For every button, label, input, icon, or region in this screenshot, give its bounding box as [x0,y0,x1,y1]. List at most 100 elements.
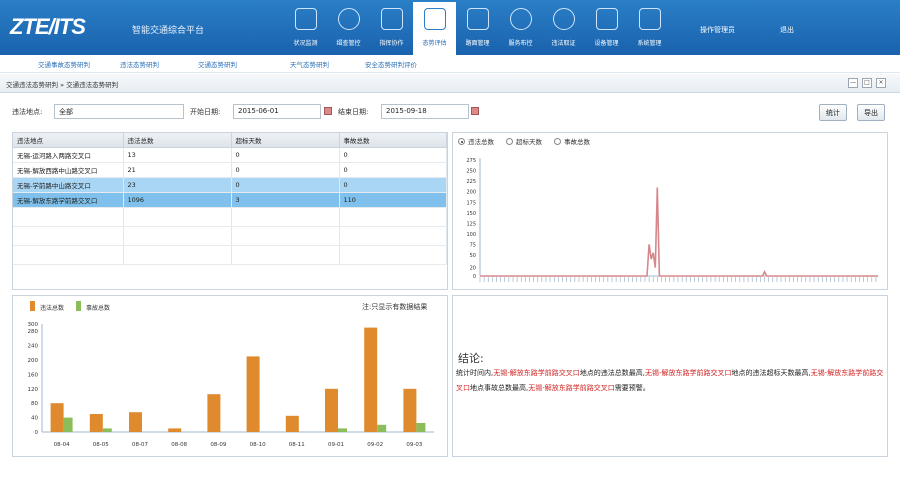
bar-accidents [416,423,426,432]
table-row[interactable]: 无锡-运河路入两路交叉口 13 0 0 [13,147,447,163]
y-tick-label: 80 [31,401,38,407]
nav-label: 系统管理 [637,40,662,47]
end-date-input[interactable]: 2015-09-18 [381,104,469,119]
nav-item[interactable]: 缉查管控 [327,2,370,55]
y-tick-label: 0 [35,430,39,436]
y-tick-label: 300 [28,322,39,328]
nav-label: 设备管理 [594,40,619,47]
bar-violations [285,415,299,432]
sub-nav: 交通事故态势研判 违法态势研判 交通态势研判 天气态势研判 安全态势研判评价 [0,55,900,73]
radio-days[interactable]: 超标天数 [506,136,542,146]
radio-unchecked-icon[interactable] [506,138,513,145]
place-select[interactable]: 全部 [54,104,184,119]
minimize-icon[interactable]: — [848,78,858,88]
bar-accidents [377,424,387,432]
cell-place: 无锡-学前路中山路交叉口 [13,177,124,193]
nav-item[interactable]: 系统管理 [628,2,671,55]
nav-label: 违法取证 [551,40,576,47]
nav-label: 态势评估 [422,40,447,47]
computer-icon [638,8,661,30]
conclusion-fragment: 统计时间内, [456,369,494,377]
nav-item[interactable]: 设备管理 [585,2,628,55]
y-tick-label: 275 [466,158,476,164]
zte-logo: ZTE/ITS [10,14,86,39]
y-tick-label: 200 [466,190,476,196]
nav-item[interactable]: 路面管理 [456,2,499,55]
bar-accidents [102,428,112,432]
col-header[interactable]: 违法地点 [13,133,124,148]
legend-violations: 违法总数 [40,305,65,312]
x-tick-label: 08-04 [54,442,70,448]
empty-row [13,245,447,265]
col-header[interactable]: 违法总数 [123,133,232,148]
x-tick-label: 09-03 [406,442,422,448]
admin-link[interactable]: 操作管理员 [700,25,735,35]
platform-title: 智能交通综合平台 [132,26,205,36]
y-tick-label: 40 [31,416,38,422]
main-nav: 状况监测 缉查管控 指挥协作 态势评估 路面管理 服务布控 违法取证 设备管理 系统管理 [284,2,671,55]
nav-label: 服务布控 [508,40,533,47]
highlight-place: 无锡-解放东路学前路交叉口 [493,369,580,377]
bar-violations [207,394,221,432]
y-tick-label: 150 [466,211,476,217]
nav-item[interactable]: 违法取证 [542,2,585,55]
nav-item[interactable]: 指挥协作 [370,2,413,55]
top-header: ZTE/ITS 智能交通综合平台 状况监测 缉查管控 指挥协作 态势评估 路面管理 服务布… [0,0,900,55]
x-tick-label: 08-09 [210,442,226,448]
car-icon [337,8,360,30]
conclusion-fragment: 地点的违法总数最高, [579,369,645,377]
nav-label: 路面管理 [465,40,490,47]
data-note: 注:只显示有数据结果 [362,303,428,311]
monitor-icon [294,8,317,30]
subnav-item[interactable]: 交通事故态势研判 [38,59,90,69]
radio-unchecked-icon[interactable] [554,138,561,145]
x-tick-label: 08-10 [250,442,266,448]
table-row[interactable]: 无锡-解放西路中山路交叉口 21 0 0 [13,162,447,178]
stats-button[interactable]: 统计 [819,104,847,121]
table-row[interactable]: 无锡-学前路中山路交叉口 23 0 0 [13,177,447,193]
cell-accidents: 0 [339,177,447,193]
col-header[interactable]: 事故总数 [339,133,447,148]
calendar-icon[interactable] [324,107,332,115]
y-tick-label: 240 [28,344,39,350]
bar-accidents [338,428,347,432]
y-tick-label: 0 [473,274,476,280]
screen-icon [466,8,489,30]
export-button[interactable]: 导出 [857,104,885,121]
bar-violations [50,403,64,432]
place-label: 违法地点: [12,108,43,116]
subnav-item[interactable]: 违法态势研判 [120,59,159,69]
nav-item[interactable]: 服务布控 [499,2,542,55]
bar-violations [89,414,103,432]
col-header[interactable]: 超标天数 [231,133,340,148]
stats-table: 违法地点 违法总数 超标天数 事故总数 无锡-运河路入两路交叉口 13 0 0 … [13,133,447,265]
cell-violations: 13 [123,147,232,163]
subnav-item[interactable]: 天气态势研判 [290,59,329,69]
bar-violations [403,388,417,432]
nav-item[interactable]: 态势评估 [413,2,456,55]
x-tick-label: 09-01 [328,442,344,448]
calendar-icon[interactable] [471,107,479,115]
cell-place: 无锡-解放东路学前路交叉口 [13,192,124,208]
start-date-input[interactable]: 2015-06-01 [233,104,321,119]
radio-checked-icon[interactable] [458,138,465,145]
subnav-item[interactable]: 安全态势研判评价 [365,59,417,69]
conclusion-fragment: 地点事故总数最高, [470,384,529,392]
table-row[interactable]: 无锡-解放东路学前路交叉口 1096 3 110 [13,192,447,208]
trend-icon [423,8,446,30]
close-icon[interactable]: × [876,78,886,88]
maximize-icon[interactable]: □ [862,78,872,88]
bar-violations [364,327,378,432]
radio-violations[interactable]: 违法总数 [458,136,494,146]
start-date-label: 开始日期: [190,108,221,116]
bar-violations [246,356,260,432]
nav-item[interactable]: 状况监测 [284,2,327,55]
nav-label: 缉查管控 [336,40,361,47]
radio-accidents[interactable]: 事故总数 [554,136,590,146]
bar-accidents [63,417,73,432]
logout-link[interactable]: 退出 [780,25,794,35]
conclusion-text: 统计时间内,无锡-解放东路学前路交叉口地点的违法总数最高,无锡-解放东路学前路交… [456,366,886,396]
cell-accidents: 0 [339,162,447,178]
x-tick-label: 08-11 [289,442,305,448]
subnav-item[interactable]: 交通态势研判 [198,59,237,69]
